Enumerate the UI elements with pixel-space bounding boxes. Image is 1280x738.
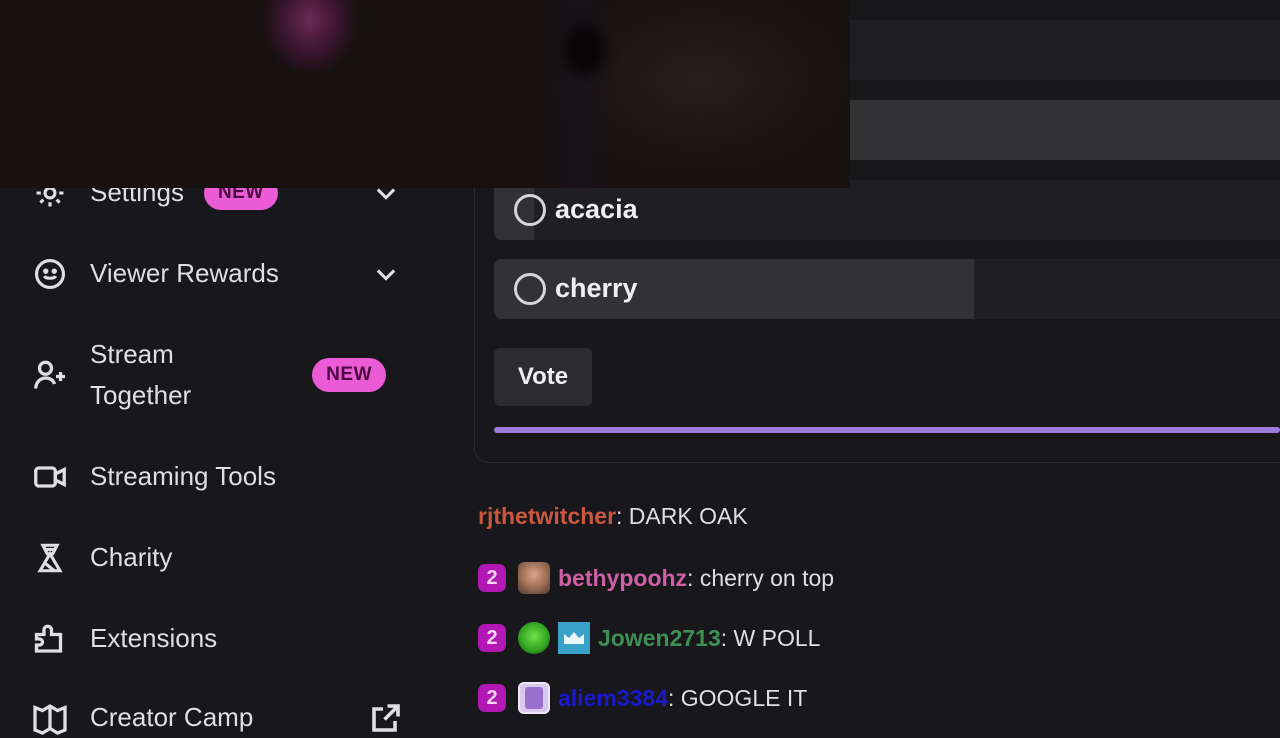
poll-option-acacia[interactable]: acacia xyxy=(494,180,1280,240)
poll-timer-fill xyxy=(494,427,1280,433)
poll-option-label: acacia xyxy=(555,194,638,224)
poll-option-label: cherry xyxy=(555,273,638,303)
sidebar-item-viewer-rewards[interactable]: Viewer Rewards xyxy=(30,253,410,294)
sidebar-item-extensions[interactable]: Extensions xyxy=(30,618,410,659)
chat-message: 2 bethypoohz : cherry on top xyxy=(478,562,834,594)
sidebar-item-label: Extensions xyxy=(90,623,218,653)
subscriber-badge[interactable]: 2 xyxy=(478,564,506,592)
purple-emote-avatar[interactable] xyxy=(518,682,550,714)
sidebar-item-label: Creator Camp xyxy=(90,702,254,732)
webcam-detail xyxy=(565,25,605,75)
sidebar-item-label-line2: Together xyxy=(90,380,192,410)
vote-button[interactable]: Vote xyxy=(494,348,592,406)
chat-username[interactable]: Jowen2713 xyxy=(598,625,721,652)
chat-message-text: : GOOGLE IT xyxy=(667,684,808,711)
poll-option-cherry[interactable]: cherry xyxy=(494,259,1280,319)
person-plus-icon xyxy=(30,355,70,395)
chat-username[interactable]: aliem3384 xyxy=(558,685,668,712)
puzzle-piece-icon xyxy=(30,619,70,659)
emote-glyph xyxy=(525,687,543,709)
chevron-down-icon[interactable] xyxy=(372,260,400,288)
green-avatar[interactable] xyxy=(518,622,550,654)
chat-message: 2 aliem3384 : GOOGLE IT xyxy=(478,682,807,714)
crown-badge[interactable] xyxy=(558,622,590,654)
crown-icon xyxy=(564,632,584,644)
sidebar-item-streaming-tools[interactable]: Streaming Tools xyxy=(30,456,410,497)
sidebar-item-label-line1: Stream xyxy=(90,339,174,369)
sidebar-item-charity[interactable]: Charity xyxy=(30,537,410,578)
photo-avatar[interactable] xyxy=(518,562,550,594)
sidebar-item-label: Streaming Tools xyxy=(90,461,276,491)
new-badge: NEW xyxy=(312,358,386,392)
chat-message: rjthetwitcher : DARK OAK xyxy=(478,503,748,530)
sidebar-item-label: Viewer Rewards xyxy=(90,258,279,288)
radio-button[interactable] xyxy=(514,273,546,305)
chat-message: 2 Jowen2713 : W POLL xyxy=(478,622,820,654)
book-open-icon xyxy=(30,698,70,738)
subscriber-badge[interactable]: 2 xyxy=(478,684,506,712)
radio-button[interactable] xyxy=(514,194,546,226)
smiley-icon xyxy=(30,254,70,294)
sidebar-item-label: Charity xyxy=(90,542,173,572)
subscriber-badge[interactable]: 2 xyxy=(478,624,506,652)
charity-ribbon-icon xyxy=(30,538,70,578)
sidebar-item-creator-camp[interactable]: Creator Camp xyxy=(30,697,410,738)
external-link-icon[interactable] xyxy=(368,700,404,736)
sidebar-item-stream-together[interactable]: Stream Together NEW xyxy=(30,334,410,416)
chat-username[interactable]: rjthetwitcher xyxy=(478,503,616,530)
chat-message-text: : W POLL xyxy=(720,624,821,651)
chat-message-text: : DARK OAK xyxy=(616,503,748,529)
webcam-overlay xyxy=(0,0,850,188)
chat-username[interactable]: bethypoohz xyxy=(558,565,687,592)
poll-timer-bar xyxy=(494,427,1280,433)
video-camera-icon xyxy=(30,457,70,497)
chat-message-text: : cherry on top xyxy=(687,564,835,591)
